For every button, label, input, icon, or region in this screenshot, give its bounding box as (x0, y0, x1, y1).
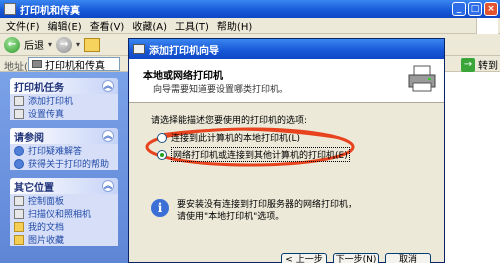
next-button[interactable]: 下一步(N) > (333, 253, 379, 263)
printer-icon (32, 60, 42, 68)
other-places-box: 其它位置 ︽ 控制面板 扫描仪和照相机 我的文档 图片收藏 (10, 178, 118, 246)
radio-label: 连接到此计算机的本地打印机(L) (171, 134, 301, 144)
maximize-button[interactable]: □ (468, 2, 482, 16)
control-panel-icon (14, 195, 24, 206)
go-arrow-icon: → (461, 57, 475, 72)
task-label: 打印疑难解答 (28, 147, 83, 157)
task-print-troubleshoot[interactable]: 打印疑难解答 (10, 144, 118, 157)
menu-edit[interactable]: 编辑(E) (48, 18, 82, 33)
content-area (440, 72, 500, 263)
radio-label: 网络打印机或连接到其他计算机的打印机(E) (171, 147, 350, 162)
help-icon (14, 158, 24, 169)
menu-view[interactable]: 查看(V) (90, 18, 125, 33)
menu-help[interactable]: 帮助(H) (217, 18, 252, 33)
place-control-panel[interactable]: 控制面板 (10, 194, 118, 207)
add-printer-icon (14, 95, 24, 106)
forward-arrow-icon[interactable]: → (56, 36, 73, 53)
cancel-button[interactable]: 取消 (385, 253, 431, 263)
see-also-box: 请参阅 ︽ 打印疑难解答 获得关于打印的帮助 (10, 128, 118, 170)
menu-bar: 文件(F) 编辑(E) 查看(V) 收藏(A) 工具(T) 帮助(H) (0, 18, 500, 34)
radio-button[interactable] (157, 132, 167, 143)
other-places-title: 其它位置 (14, 182, 54, 194)
wizard-body: 请选择能描述您要使用的打印机的选项: 连接到此计算机的本地打印机(L) 网络打印… (129, 103, 444, 263)
task-pane: 打印机任务 ︽ 添加打印机 设置传真 请参阅 ︽ 打印疑难解答 获得关于打印的帮… (0, 72, 128, 263)
info-line-2: 请使用"本地打印机"选项。 (177, 212, 285, 222)
printer-tasks-header[interactable]: 打印机任务 ︽ (10, 78, 118, 94)
task-label: 添加打印机 (28, 97, 74, 107)
place-scanners-cameras[interactable]: 扫描仪和照相机 (10, 207, 118, 220)
task-label: 获得关于打印的帮助 (28, 160, 110, 170)
wizard-header: 本地或网络打印机 向导需要知道要设置哪类打印机。 (129, 59, 444, 103)
place-my-pictures[interactable]: 图片收藏 (10, 233, 118, 246)
window-titlebar: 打印机和传真 _ □ × (0, 0, 500, 18)
radio-button-selected[interactable] (157, 149, 167, 160)
back-dropdown-icon[interactable]: ▾ (48, 40, 52, 49)
task-print-help[interactable]: 获得关于打印的帮助 (10, 157, 118, 170)
go-label: 转到 (478, 61, 498, 72)
info-icon: i (151, 199, 169, 217)
place-label: 我的文档 (28, 223, 65, 233)
forward-dropdown-icon[interactable]: ▾ (76, 40, 80, 49)
dialog-title: 添加打印机向导 (149, 45, 219, 57)
info-line-1: 要安装没有连接到打印服务器的网络打印机， (177, 200, 358, 210)
place-label: 扫描仪和照相机 (28, 210, 92, 220)
collapse-icon[interactable]: ︽ (102, 180, 114, 192)
printer-icon (408, 65, 436, 92)
windows-logo-icon (476, 18, 498, 34)
address-value: 打印机和传真 (45, 60, 105, 72)
place-my-documents[interactable]: 我的文档 (10, 220, 118, 233)
place-label: 图片收藏 (28, 236, 65, 246)
see-also-title: 请参阅 (14, 132, 44, 144)
folder-icon (14, 234, 24, 245)
wizard-icon (133, 44, 145, 54)
back-button-label[interactable]: 后退 (24, 37, 44, 52)
go-button[interactable]: → 转到 (461, 57, 498, 72)
add-printer-wizard-dialog: 添加打印机向导 本地或网络打印机 向导需要知道要设置哪类打印机。 请选择能描述您… (128, 38, 445, 263)
dialog-titlebar: 添加打印机向导 (129, 39, 444, 59)
collapse-icon[interactable]: ︽ (102, 130, 114, 142)
info-note: i 要安装没有连接到打印服务器的网络打印机， 请使用"本地打印机"选项。 (151, 199, 357, 223)
printer-tasks-box: 打印机任务 ︽ 添加打印机 设置传真 (10, 78, 118, 120)
menu-favorites[interactable]: 收藏(A) (132, 18, 167, 33)
see-also-header[interactable]: 请参阅 ︽ (10, 128, 118, 144)
radio-local-printer[interactable]: 连接到此计算机的本地打印机(L) (157, 131, 300, 144)
task-add-printer[interactable]: 添加打印机 (10, 94, 118, 107)
address-field[interactable]: 打印机和传真 (28, 57, 120, 72)
printer-tasks-title: 打印机任务 (14, 82, 64, 94)
minimize-button[interactable]: _ (452, 2, 466, 16)
window-controls: _ □ × (452, 2, 498, 16)
menu-file[interactable]: 文件(F) (6, 18, 40, 33)
collapse-icon[interactable]: ︽ (102, 80, 114, 92)
scanner-icon (14, 208, 24, 219)
up-folder-icon[interactable] (84, 37, 101, 52)
fax-icon (14, 108, 24, 119)
help-icon (14, 145, 24, 156)
task-label: 设置传真 (28, 110, 65, 120)
back-arrow-icon[interactable]: ← (4, 36, 20, 53)
window-title: 打印机和传真 (20, 5, 80, 17)
wizard-header-title: 本地或网络打印机 (143, 71, 223, 82)
wizard-header-subtitle: 向导需要知道要设置哪类打印机。 (153, 85, 289, 95)
other-places-header[interactable]: 其它位置 ︽ (10, 178, 118, 194)
task-setup-fax[interactable]: 设置传真 (10, 107, 118, 120)
menu-tools[interactable]: 工具(T) (175, 18, 209, 33)
wizard-buttons: < 上一步(B) 下一步(N) > 取消 (281, 253, 431, 263)
printer-folder-icon (4, 3, 16, 15)
folder-icon (14, 221, 24, 232)
back-button[interactable]: < 上一步(B) (281, 253, 327, 263)
radio-network-printer[interactable]: 网络打印机或连接到其他计算机的打印机(E) (157, 147, 350, 162)
close-button[interactable]: × (484, 2, 498, 16)
place-label: 控制面板 (28, 197, 65, 207)
